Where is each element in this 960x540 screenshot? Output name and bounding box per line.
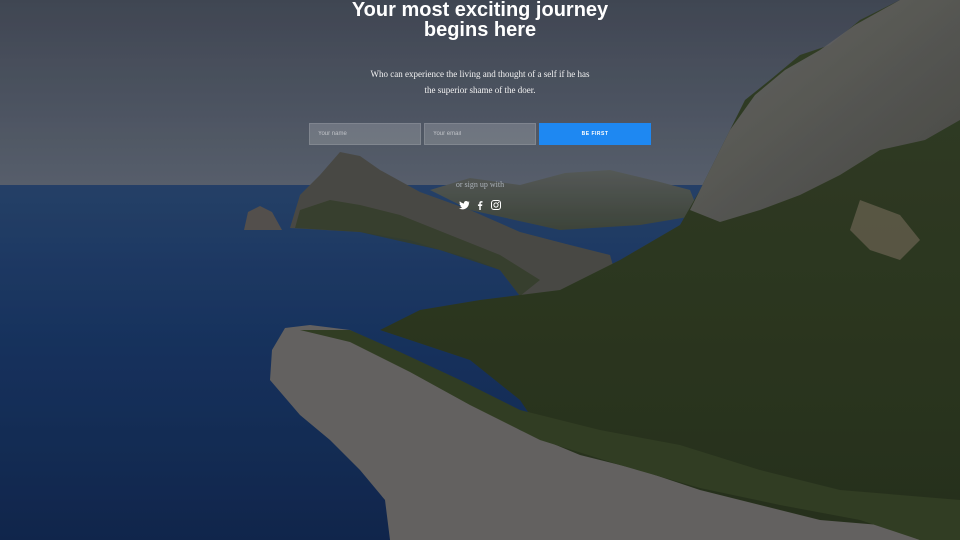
hero-section: Your most exciting journey begins here W…	[0, 0, 960, 540]
social-links	[456, 199, 504, 211]
hero-title: Your most exciting journey begins here	[0, 0, 960, 40]
hero-subtitle-line1: Who can experience the living and though…	[370, 69, 590, 79]
alt-signup-text: or sign up with	[455, 180, 505, 189]
hero-title-line2: begins here	[423, 19, 537, 41]
facebook-icon[interactable]	[474, 199, 486, 211]
email-input[interactable]	[424, 123, 536, 145]
hero-subtitle-line2: the superior shame of the doer.	[424, 85, 536, 95]
hero-title-line1: Your most exciting journey	[351, 0, 609, 21]
hero-subtitle: Who can experience the living and though…	[0, 66, 960, 98]
name-input[interactable]	[309, 123, 421, 145]
twitter-icon[interactable]	[458, 199, 470, 211]
signup-form: BE FIRST	[309, 123, 651, 145]
be-first-button[interactable]: BE FIRST	[539, 123, 651, 145]
instagram-icon[interactable]	[490, 199, 502, 211]
